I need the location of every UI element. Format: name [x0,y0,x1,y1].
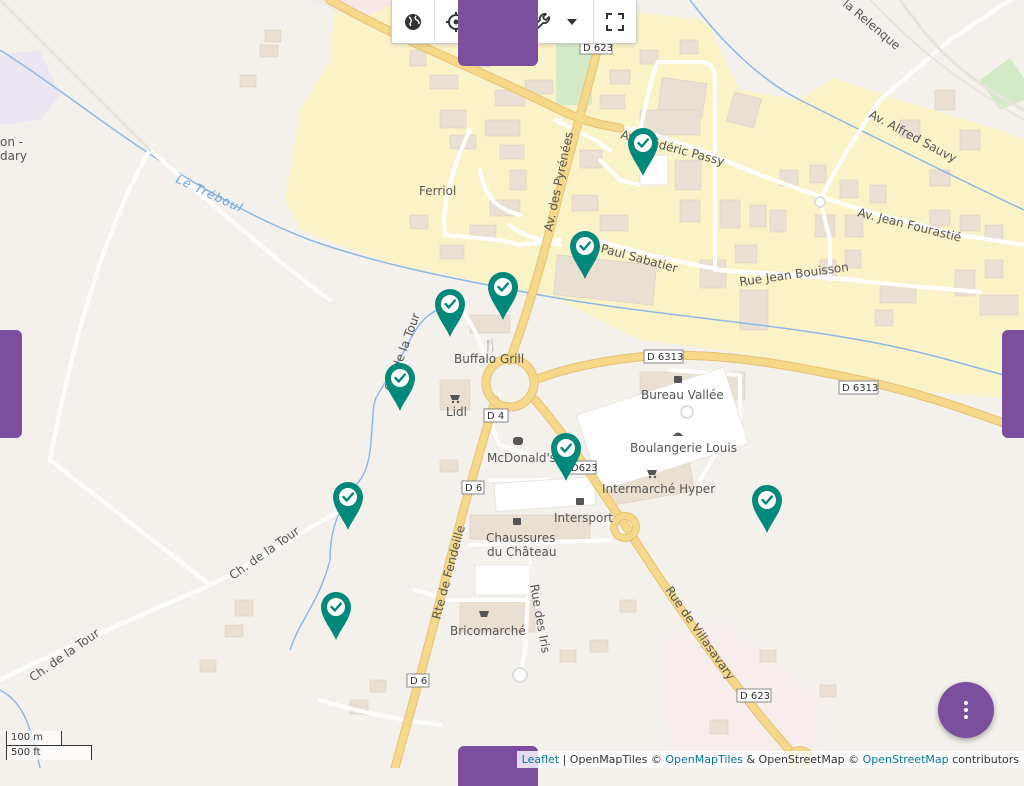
tools-dropdown-button[interactable] [561,0,594,43]
check-icon [339,488,357,506]
check-icon [557,439,575,457]
fullscreen-button[interactable] [594,0,636,43]
svg-text:Intermarché Hyper: Intermarché Hyper [602,482,715,496]
road-shield-d6-b: D 6 [406,673,430,688]
svg-text:Chaussures: Chaussures [486,531,555,545]
check-icon [758,491,776,509]
svg-text:D 623: D 623 [740,691,770,702]
globe-icon [405,13,421,30]
road-shield-d6313-b: D 6313 [838,380,879,395]
svg-text:Bricomarché: Bricomarché [450,624,526,638]
road-shield-d6313-a: D 6313 [643,349,684,364]
globe-button[interactable] [392,0,435,43]
right-panel-tab[interactable] [1002,330,1024,438]
svg-text:D 6: D 6 [410,676,427,687]
road-shield-d6-a: D 6 [461,480,485,495]
svg-text:Intersport: Intersport [554,511,613,525]
svg-text:D 6313: D 6313 [647,352,683,363]
fullscreen-icon [606,12,624,31]
left-panel-tab[interactable] [0,330,22,438]
place-label-on-dary-2: dary [0,149,27,163]
openstreetmap-link[interactable]: OpenStreetMap [863,753,949,766]
caret-down-icon [567,18,577,25]
svg-text:Lidl: Lidl [446,405,467,419]
svg-text:D 4: D 4 [487,411,504,422]
fast-food-icon [513,437,523,445]
openmaptiles-link[interactable]: OpenMapTiles [665,753,743,766]
map-attribution: Leaflet | OpenMapTiles © OpenMapTiles & … [516,751,1024,768]
svg-text:McDonald's: McDonald's [487,451,556,465]
shop-bag-icon [674,376,682,383]
attribution-sep-2: & OpenStreetMap © [742,753,863,766]
place-label-on-dary-1: on - [0,135,23,149]
svg-text:D 623: D 623 [583,43,613,54]
svg-text:Boulangerie Louis: Boulangerie Louis [630,441,737,455]
road-shield-d623-bottom: D 623 [736,688,772,703]
more-options-button[interactable] [938,682,994,738]
svg-text:Buffalo Grill: Buffalo Grill [454,352,524,366]
svg-text:Bureau Vallée: Bureau Vallée [641,388,724,402]
check-icon [634,134,652,152]
map-scale: 100 m 500 ft [6,731,92,760]
attribution-sep-1: | OpenMapTiles © [559,753,666,766]
shop-bag-icon [513,518,521,525]
svg-text:D 6: D 6 [465,483,482,494]
svg-text:du Château: du Château [487,545,556,559]
road-shield-d4: D 4 [483,408,509,423]
top-panel-tab[interactable] [458,0,538,66]
map-canvas[interactable]: Av. des Pyrénées Av. Frédéric Passy Av. … [0,0,1024,768]
restaurant-icon: 🍴 [483,338,498,352]
svg-text:D 6313: D 6313 [842,383,878,394]
shop-bag-icon [576,498,584,505]
check-icon [391,369,409,387]
check-icon [576,237,594,255]
check-icon [494,278,512,296]
more-vertical-icon [964,701,968,719]
check-icon [441,295,459,313]
scale-imperial: 500 ft [6,745,92,760]
scale-metric: 100 m [6,731,62,746]
check-icon [327,598,345,616]
place-label-ferriol: Ferriol [419,184,456,198]
attribution-contributors: contributors [948,753,1019,766]
leaflet-link[interactable]: Leaflet [522,753,559,766]
